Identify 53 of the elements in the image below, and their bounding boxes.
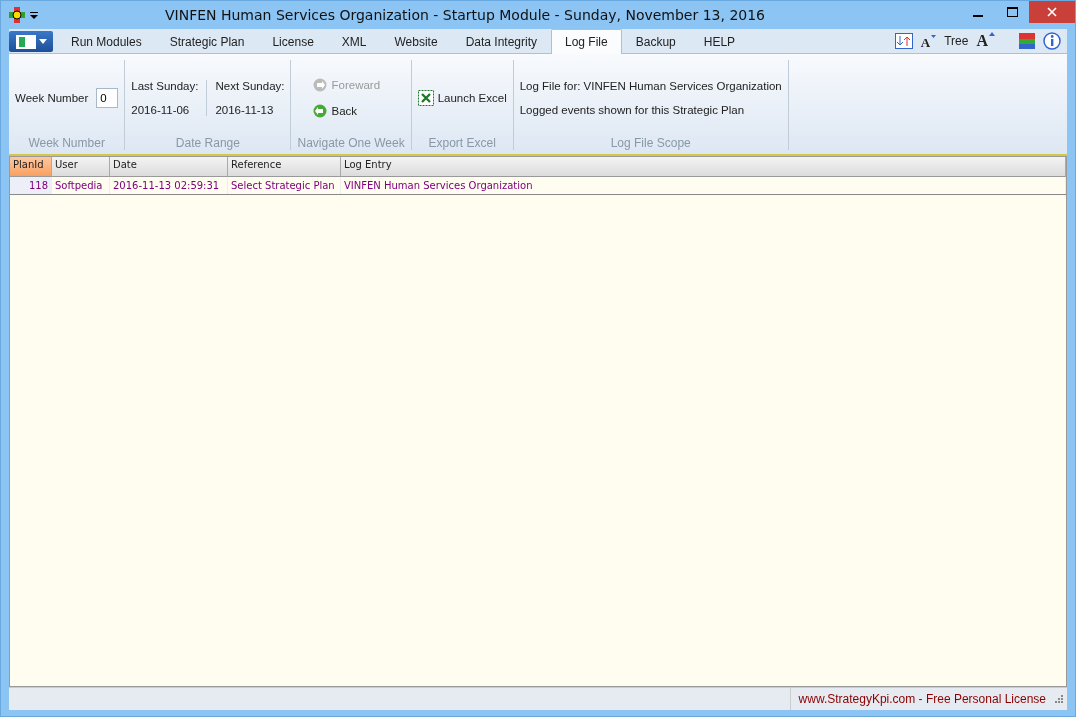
spreadsheet-icon <box>417 90 434 106</box>
scope-text: Log File for: VINFEN Human Services Organization <box>519 80 782 92</box>
next-sunday-date: 2016-11-13 <box>215 104 275 116</box>
dropdown-icon[interactable] <box>29 10 39 20</box>
table-cell: Softpedia <box>52 177 110 194</box>
ribbon-tab[interactable]: Website <box>380 30 452 53</box>
increase-font-button[interactable]: A <box>976 32 995 50</box>
group-label: Export Excel <box>427 136 497 150</box>
info-icon[interactable] <box>1043 32 1061 50</box>
app-logo-icon[interactable] <box>9 7 25 23</box>
app-menu-button[interactable] <box>9 31 53 52</box>
ribbon-tab[interactable]: Data Integrity <box>451 30 551 53</box>
group-label: Navigate One Week <box>297 136 405 150</box>
minimize-icon <box>973 15 983 17</box>
ribbon-tab[interactable]: License <box>258 30 328 53</box>
sort-arrows-icon[interactable] <box>894 33 913 49</box>
down-caret-icon <box>931 34 937 38</box>
ribbon-tab[interactable]: Log File <box>551 29 622 54</box>
color-palette-icon[interactable] <box>1019 33 1035 49</box>
group-label: Log File Scope <box>609 136 692 150</box>
resize-grip-icon[interactable] <box>1054 694 1064 704</box>
column-header[interactable]: Reference <box>228 157 341 177</box>
scope-text: Logged events shown for this Strategic Plan <box>519 104 746 116</box>
launch-excel-button[interactable]: Launch Excel <box>417 90 507 106</box>
table-cell: 118 <box>10 177 52 194</box>
up-caret-icon <box>989 32 995 36</box>
decrease-font-button[interactable]: A <box>920 31 937 51</box>
table-cell: Select Strategic Plan <box>228 177 341 194</box>
back-button[interactable]: Back <box>313 104 381 118</box>
table-cell: VINFEN Human Services Organization <box>341 177 1066 194</box>
last-sunday-date: 2016-11-06 <box>131 104 191 116</box>
maximize-icon <box>1006 7 1018 17</box>
tree-label[interactable]: Tree <box>944 34 969 48</box>
ribbon-tab[interactable]: Run Modules <box>57 30 156 53</box>
group-label: Week Number <box>27 136 106 150</box>
table-cell: 2016-11-13 02:59:31 <box>110 177 228 194</box>
ribbon-tab[interactable]: Strategic Plan <box>155 30 259 53</box>
ribbon-tab[interactable]: XML <box>327 30 381 53</box>
week-number-label: Week Number <box>15 92 89 104</box>
window-title: VINFEN Human Services Organization - Startup Module - Sunday, November 13, 2016 <box>163 7 767 23</box>
column-header[interactable]: User <box>52 157 110 177</box>
column-header[interactable]: Log Entry <box>341 157 1066 177</box>
column-header[interactable]: PlanId <box>10 157 52 177</box>
caret-icon <box>38 39 47 44</box>
next-sunday-label: Next Sunday: <box>215 80 285 92</box>
column-header[interactable]: Date <box>110 157 228 177</box>
close-icon <box>1047 7 1057 17</box>
week-number-field[interactable]: 0 <box>96 88 119 108</box>
last-sunday-label: Last Sunday: <box>131 80 199 92</box>
ribbon-tab[interactable]: Backup <box>621 30 690 53</box>
group-label: Date Range <box>174 136 241 150</box>
ribbon-tab[interactable]: HELP <box>689 30 750 53</box>
license-text: www.StrategyKpi.com - Free Personal License <box>789 688 1054 710</box>
